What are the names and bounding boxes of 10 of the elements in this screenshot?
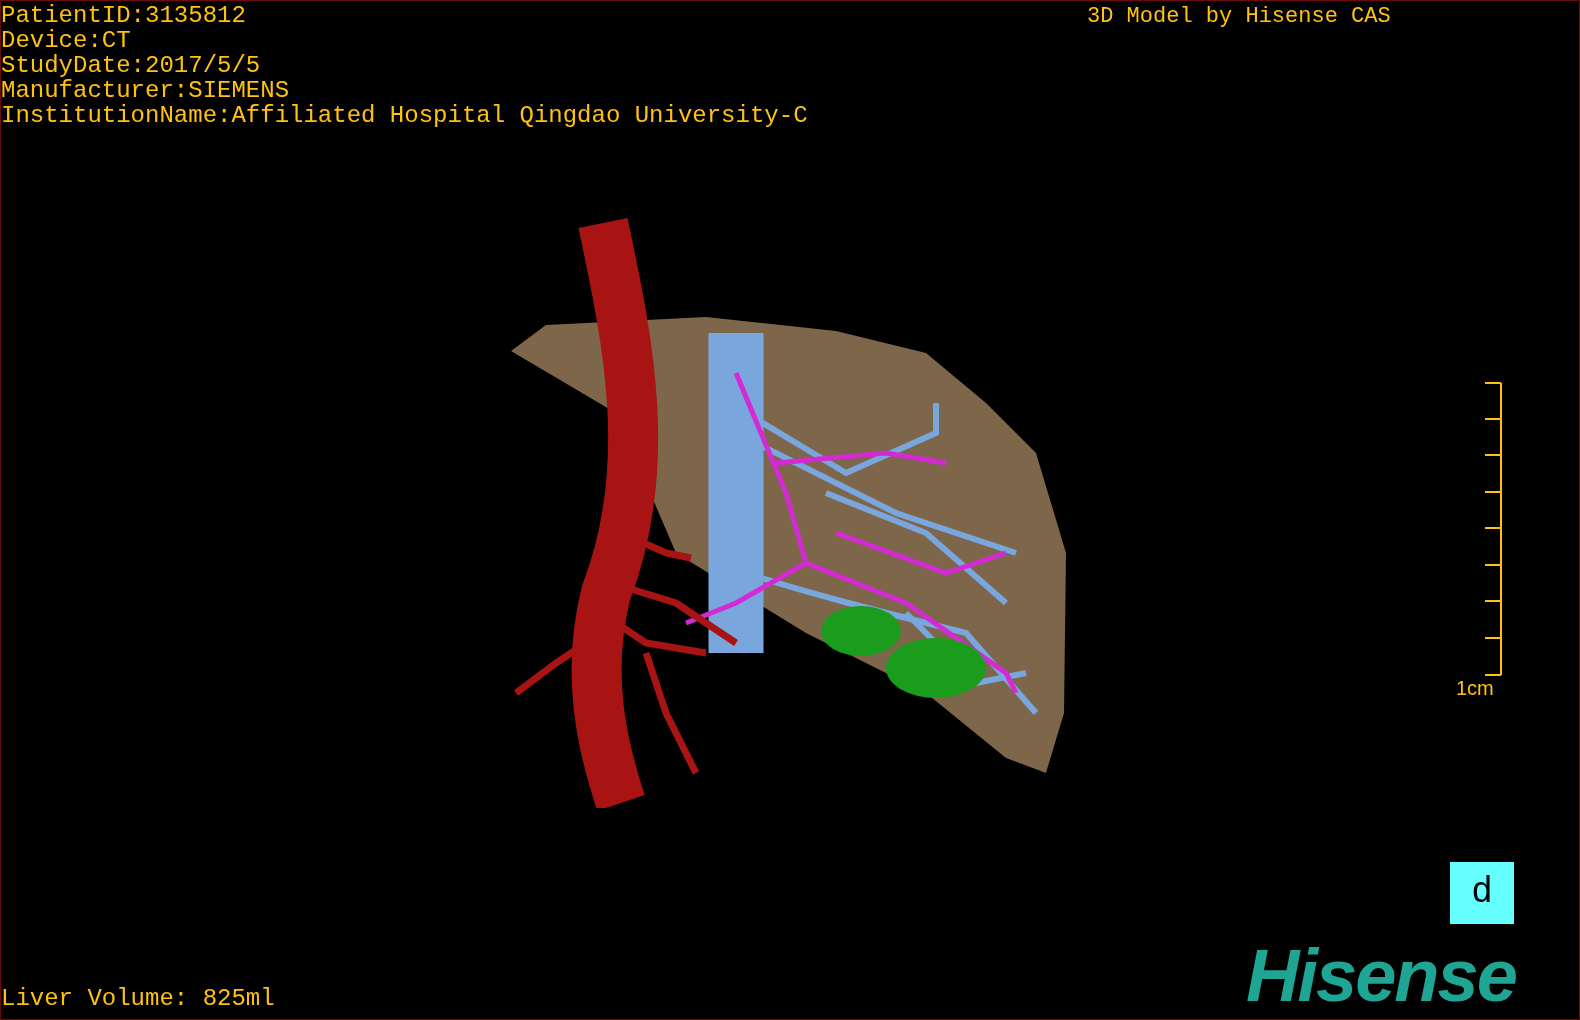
model-title: 3D Model by Hisense CAS bbox=[1087, 4, 1391, 29]
study-info-text: Device:CT bbox=[1, 28, 132, 53]
view-orientation-label: d bbox=[1450, 862, 1514, 924]
study-info-text: Manufacturer:SIEMENS bbox=[1, 78, 291, 103]
liver-volume-text: Liver Volume: 825ml bbox=[1, 986, 275, 1011]
study-info-text: PatientID:3135812 bbox=[1, 3, 247, 28]
brand-logo: Hisense bbox=[1246, 936, 1516, 1016]
scale-label: 1cm bbox=[1456, 677, 1494, 699]
study-info-text: StudyDate:2017/5/5 bbox=[1, 53, 262, 78]
study-info-text: InstitutionName:Affiliated Hospital Qingdao University-C bbox=[1, 103, 808, 128]
